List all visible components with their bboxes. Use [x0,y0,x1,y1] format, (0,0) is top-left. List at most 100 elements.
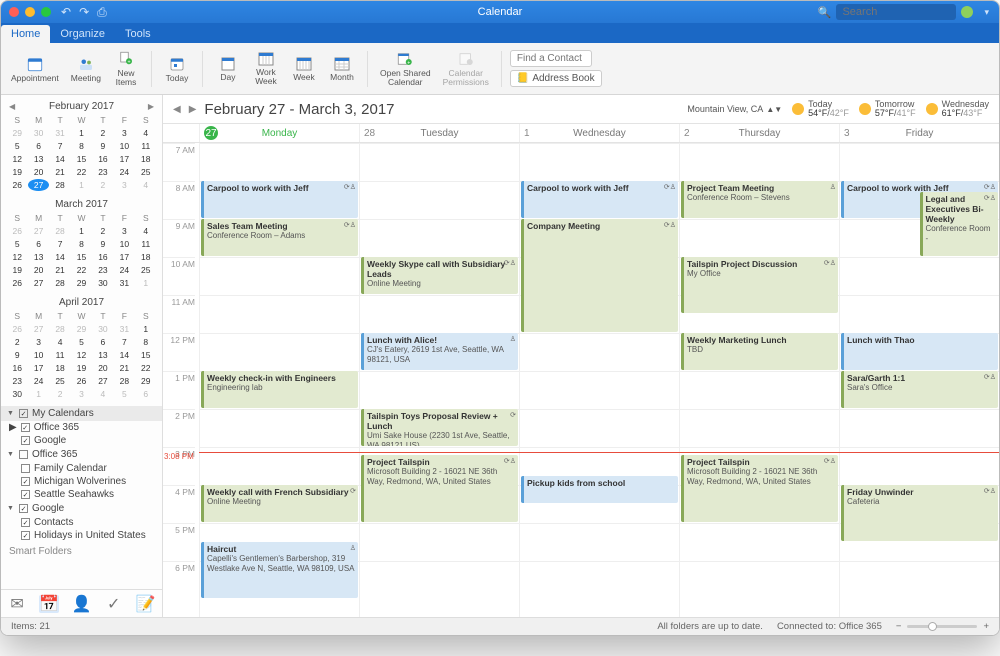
mini-cal-day[interactable]: 27 [93,375,113,387]
mini-cal-day[interactable]: 3 [114,127,134,139]
calendar-event[interactable]: Lunch with Thao [841,333,998,370]
tasks-view-icon[interactable]: ✓ [104,595,124,613]
mini-cal-day[interactable]: 5 [7,140,27,152]
redo-icon[interactable]: ↷ [79,5,89,20]
mini-cal-day[interactable]: 17 [114,251,134,263]
undo-icon[interactable]: ↶ [61,5,71,20]
mini-cal-day[interactable]: 2 [7,336,27,348]
mini-cal-day[interactable]: 28 [114,375,134,387]
mini-cal-day[interactable]: 31 [114,277,134,289]
mini-cal-day[interactable]: 19 [71,362,91,374]
new-items-button[interactable]: +New Items [109,48,143,89]
mini-cal-day[interactable]: 4 [50,336,70,348]
mini-cal-day[interactable]: 25 [136,166,156,178]
address-book-button[interactable]: 📒Address Book [510,70,602,87]
mini-cal-day[interactable]: 30 [93,277,113,289]
mail-view-icon[interactable]: ✉ [7,595,27,613]
mini-cal-day[interactable]: 28 [50,277,70,289]
appointment-button[interactable]: Appointment [7,53,63,85]
next-period[interactable]: ▶ [189,104,197,115]
mini-cal-day[interactable]: 12 [7,153,27,165]
find-contact-input[interactable] [510,50,592,67]
day-header[interactable]: 1Wednesday [519,124,679,142]
calendar-event[interactable]: Sara/Garth 1:1Sara's Office⟳♙ [841,371,998,408]
calendar-item[interactable]: Family Calendar [1,462,162,475]
mini-cal-day[interactable]: 17 [28,362,48,374]
mini-cal-day[interactable]: 12 [7,251,27,263]
mini-cal-day[interactable]: 10 [28,349,48,361]
calendar-event[interactable]: Tailspin Toys Proposal Review + LunchUmi… [361,409,518,446]
calendar-item[interactable]: ▶✓Office 365 [1,421,162,434]
mini-cal-day[interactable]: 22 [136,362,156,374]
calendar-view-icon[interactable]: 📅 [39,595,59,613]
weather-location[interactable]: Mountain View, CA▲▼ [687,104,782,114]
minimize-window[interactable] [25,7,35,17]
mini-cal-day[interactable]: 24 [114,264,134,276]
mini-cal-day[interactable]: 28 [50,179,70,191]
calendar-event[interactable]: Weekly check-in with EngineersEngineerin… [201,371,358,408]
month-view-button[interactable]: Month [325,54,359,84]
day-column[interactable]: Project Team MeetingConference Room – St… [679,143,839,617]
calendar-item[interactable]: ✓Google [1,434,162,447]
calendar-group[interactable]: ▼✓My Calendars [1,406,162,421]
calendar-event[interactable]: Weekly Skype call with Subsidiary LeadsO… [361,257,518,294]
mini-cal-day[interactable]: 11 [50,349,70,361]
mini-cal-day[interactable]: 7 [50,140,70,152]
mini-cal-day[interactable]: 4 [136,127,156,139]
mini-cal-day[interactable]: 5 [7,238,27,250]
mini-cal-day[interactable]: 21 [50,166,70,178]
day-column[interactable]: Carpool to work with Jeff⟳♙Company Meeti… [519,143,679,617]
mini-cal-day[interactable]: 17 [114,153,134,165]
calendar-item[interactable]: ✓Seattle Seahawks [1,488,162,501]
mini-cal-day[interactable]: 2 [93,225,113,237]
mini-cal-day[interactable]: 16 [93,153,113,165]
mini-cal-day[interactable]: 23 [93,264,113,276]
calendar-event[interactable]: Carpool to work with Jeff⟳♙ [521,181,678,218]
day-header[interactable]: 2Thursday [679,124,839,142]
mini-cal-day[interactable]: 23 [93,166,113,178]
day-column[interactable]: Carpool to work with Jeff⟳♙Legal and Exe… [839,143,999,617]
mini-cal-day[interactable]: 8 [71,238,91,250]
calendar-item[interactable]: ✓Michigan Wolverines [1,475,162,488]
calendar-event[interactable]: Project Team MeetingConference Room – St… [681,181,838,218]
mini-cal-day[interactable]: 24 [114,166,134,178]
calendar-event[interactable]: Weekly call with French SubsidiaryOnline… [201,485,358,522]
mini-cal-day[interactable]: 19 [7,166,27,178]
mini-cal-day[interactable]: 14 [114,349,134,361]
mini-cal-day[interactable]: 16 [7,362,27,374]
mini-cal-day[interactable]: 22 [71,166,91,178]
mini-cal-day[interactable]: 6 [28,238,48,250]
calendar-item[interactable]: ✓Holidays in United States [1,529,162,542]
mini-cal-day[interactable]: 29 [136,375,156,387]
calendar-event[interactable]: Lunch with Alice!CJ's Eatery, 2619 1st A… [361,333,518,370]
next-month[interactable]: ▶ [148,102,154,111]
mini-cal-day[interactable]: 24 [28,375,48,387]
meeting-button[interactable]: Meeting [67,53,105,85]
calendar-event[interactable]: Company Meeting⟳♙ [521,219,678,332]
zoom-out[interactable]: − [896,621,902,632]
mini-cal-day[interactable]: 6 [93,336,113,348]
tab-tools[interactable]: Tools [115,25,161,43]
mini-cal-day[interactable]: 3 [114,225,134,237]
notes-view-icon[interactable]: 📝 [136,595,156,613]
mini-cal-day[interactable]: 16 [93,251,113,263]
mini-cal-day[interactable]: 15 [136,349,156,361]
close-window[interactable] [9,7,19,17]
calendar-event[interactable]: Project TailspinMicrosoft Building 2 - 1… [681,455,838,522]
mini-cal-day[interactable]: 9 [7,349,27,361]
mini-cal-day[interactable]: 14 [50,153,70,165]
mini-cal-day[interactable]: 18 [136,251,156,263]
prev-period[interactable]: ◀ [173,104,181,115]
mini-cal-day[interactable]: 1 [71,127,91,139]
mini-cal-day[interactable]: 25 [136,264,156,276]
mini-cal-day[interactable]: 6 [28,140,48,152]
day-column[interactable]: Carpool to work with Jeff⟳♙Sales Team Me… [199,143,359,617]
prev-month[interactable]: ◀ [9,102,15,111]
mini-cal-day[interactable]: 1 [71,225,91,237]
mini-cal-day[interactable]: 27 [28,179,48,191]
week-view-button[interactable]: Week [287,54,321,84]
mini-cal-day[interactable]: 29 [71,277,91,289]
mini-cal-day[interactable]: 11 [136,238,156,250]
mini-cal-day[interactable]: 14 [50,251,70,263]
calendar-group[interactable]: ▼✓Google [1,501,162,516]
